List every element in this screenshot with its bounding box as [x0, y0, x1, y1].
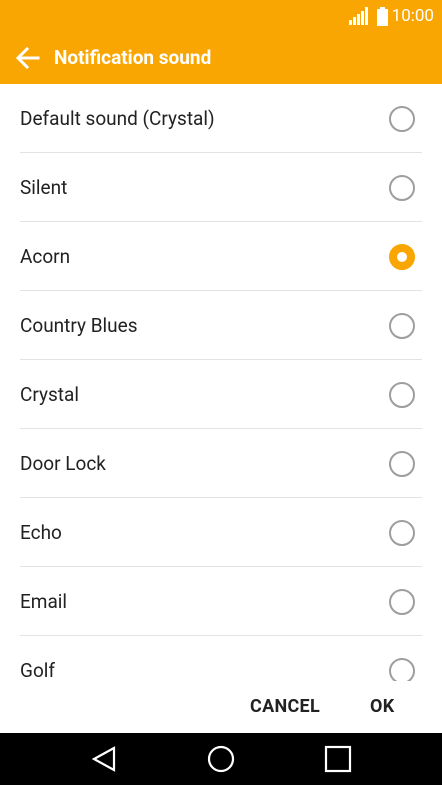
list-item-label: Acorn — [20, 245, 71, 268]
navigation-bar — [0, 733, 442, 785]
cancel-button[interactable]: CANCEL — [250, 695, 320, 719]
list-item-label: Door Lock — [20, 452, 106, 475]
list-item-acorn[interactable]: Acorn — [20, 222, 422, 291]
list-item-default-sound[interactable]: Default sound (Crystal) — [20, 84, 422, 153]
status-time: 10:00 — [391, 6, 434, 26]
radio-button[interactable] — [389, 313, 415, 339]
list-item-label: Silent — [20, 176, 68, 199]
page-title: Notification sound — [54, 46, 212, 69]
list-item-echo[interactable]: Echo — [20, 498, 422, 567]
back-triangle-icon[interactable] — [90, 745, 118, 773]
ok-button[interactable]: OK — [370, 695, 394, 719]
screen: 10:00 Notification sound Default sound (… — [0, 0, 442, 785]
list-item-golf[interactable]: Golf — [20, 636, 422, 681]
list-item-silent[interactable]: Silent — [20, 153, 422, 222]
recents-square-icon[interactable] — [324, 745, 352, 773]
radio-button[interactable] — [389, 589, 415, 615]
battery-icon — [376, 6, 388, 26]
status-bar: 10:00 — [0, 0, 442, 32]
list-item-label: Crystal — [20, 383, 79, 406]
radio-button-selected[interactable] — [389, 244, 415, 270]
radio-button[interactable] — [389, 175, 415, 201]
list-item-door-lock[interactable]: Door Lock — [20, 429, 422, 498]
list-item-label: Default sound (Crystal) — [20, 107, 215, 130]
radio-button[interactable] — [389, 106, 415, 132]
home-circle-icon[interactable] — [207, 745, 235, 773]
list-item-email[interactable]: Email — [20, 567, 422, 636]
list-item-country-blues[interactable]: Country Blues — [20, 291, 422, 360]
list-item-label: Echo — [20, 521, 62, 544]
radio-button[interactable] — [389, 451, 415, 477]
radio-button[interactable] — [389, 658, 415, 681]
status-indicators: 10:00 — [348, 5, 434, 27]
signal-icon — [348, 7, 368, 25]
list-item-crystal[interactable]: Crystal — [20, 360, 422, 429]
radio-button[interactable] — [389, 382, 415, 408]
list-item-label: Golf — [20, 659, 56, 681]
list-item-label: Country Blues — [20, 314, 138, 337]
app-header: Notification sound — [0, 32, 442, 84]
radio-button[interactable] — [389, 520, 415, 546]
list-item-label: Email — [20, 590, 68, 613]
sound-list: Default sound (Crystal) Silent Acorn Cou… — [0, 84, 442, 681]
arrow-left-icon[interactable] — [14, 44, 42, 72]
